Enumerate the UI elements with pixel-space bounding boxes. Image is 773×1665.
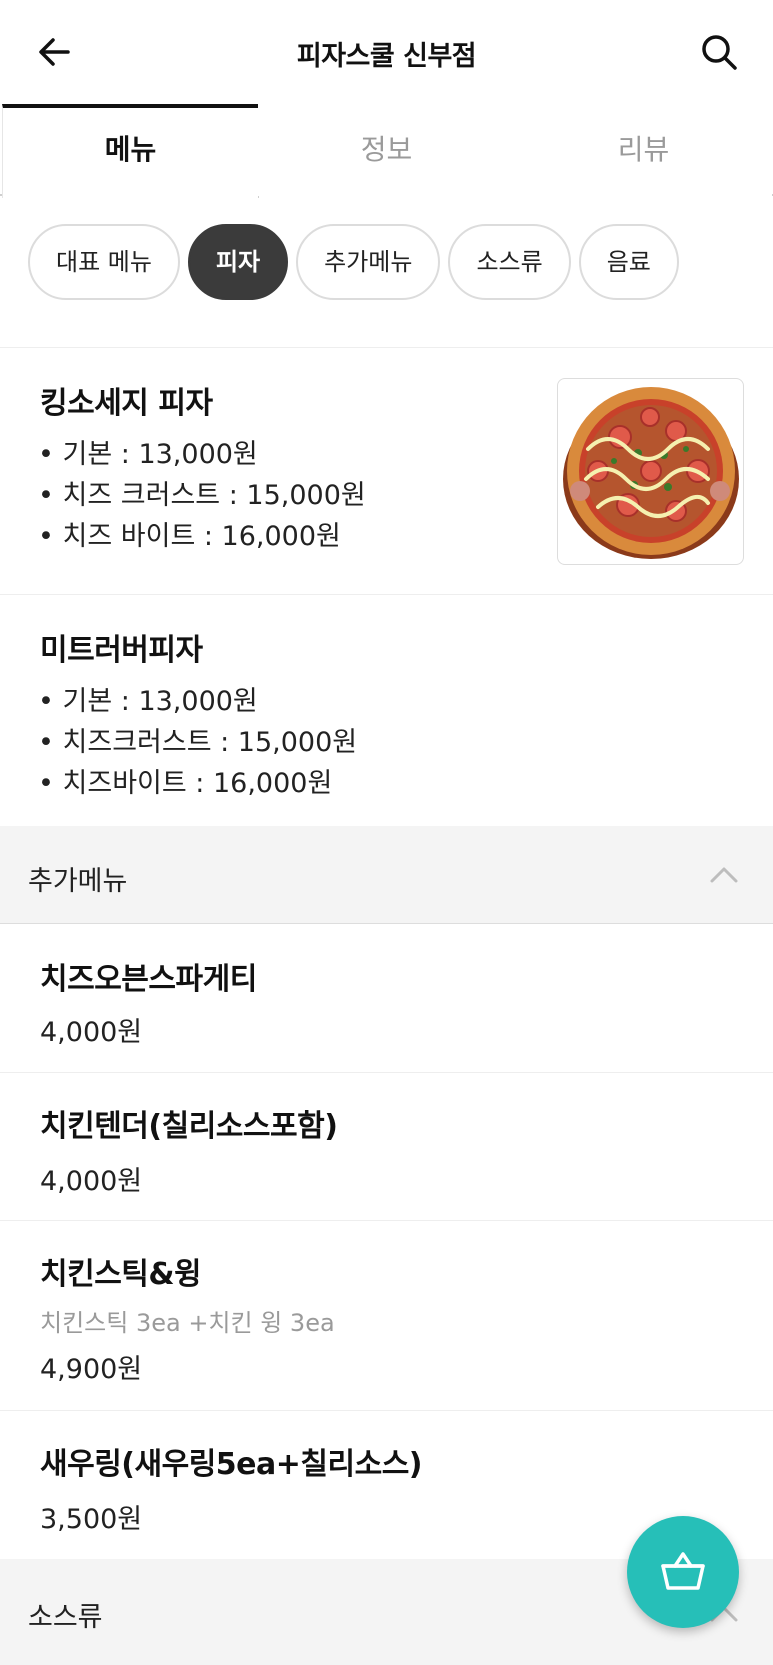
chip-pizza[interactable]: 피자 [187, 224, 289, 300]
menu-item-name: 치킨텐더(칠리소스포함) [40, 1109, 338, 1144]
section-title: 추가메뉴 [28, 866, 128, 897]
app-bar: 피자스쿨 신부점 [0, 0, 773, 106]
menu-item-price: 4,000원 [40, 1017, 143, 1048]
menu-item-option: • 치즈바이트 : 16,000원 [38, 768, 333, 799]
menu-item-option: • 치즈크러스트 : 15,000원 [38, 727, 358, 758]
tab-bar: 메뉴 정보 리뷰 [0, 104, 773, 198]
cart-button[interactable] [627, 1516, 739, 1628]
page-title: 피자스쿨 신부점 [296, 41, 477, 72]
menu-item-option: • 치즈 크러스트 : 15,000원 [38, 480, 366, 511]
menu-item-option: • 기본 : 13,000원 [38, 686, 258, 717]
section-header-extra-menu[interactable]: 추가메뉴 [0, 826, 773, 924]
pizza-image [563, 387, 739, 559]
menu-item-name: 치킨스틱&윙 [40, 1257, 202, 1292]
category-chips: 대표 메뉴 피자 추가메뉴 소스류 음료 [28, 224, 679, 300]
menu-item-option: • 기본 : 13,000원 [38, 439, 258, 470]
menu-item-price: 3,500원 [40, 1504, 143, 1535]
search-icon [702, 35, 737, 70]
chip-featured-menu[interactable]: 대표 메뉴 [28, 224, 180, 300]
menu-item-name: 킹소세지 피자 [40, 386, 213, 421]
tab-menu[interactable]: 메뉴 [2, 104, 259, 198]
menu-item-name: 새우링(새우링5ea+칠리소스) [40, 1447, 423, 1482]
chip-drinks[interactable]: 음료 [578, 224, 679, 300]
section-title: 소스류 [28, 1602, 103, 1633]
menu-item-price: 4,000원 [40, 1166, 143, 1197]
menu-item-price: 4,900원 [40, 1354, 143, 1385]
menu-item-description: 치킨스틱 3ea +치킨 윙 3ea [40, 1309, 335, 1337]
tab-reviews[interactable]: 리뷰 [515, 104, 772, 196]
menu-item-name: 치즈오븐스파게티 [40, 962, 257, 997]
tab-info[interactable]: 정보 [258, 104, 515, 196]
chip-sauces[interactable]: 소스류 [448, 224, 571, 300]
pizza-thumbnail[interactable] [557, 378, 744, 565]
menu-item-name: 미트러버피자 [40, 633, 203, 668]
menu-item-cheese-oven-spaghetti[interactable]: 치즈오븐스파게티 4,000원 [0, 924, 773, 1072]
basket-icon [661, 1552, 705, 1590]
menu-item-meat-lover-pizza[interactable]: 미트러버피자 • 기본 : 13,000원 • 치즈크러스트 : 15,000원… [0, 595, 773, 825]
chip-extra-menu[interactable]: 추가메뉴 [296, 224, 441, 300]
menu-item-chicken-tender[interactable]: 치킨텐더(칠리소스포함) 4,000원 [0, 1073, 773, 1221]
menu-item-chicken-stick-wing[interactable]: 치킨스틱&윙 치킨스틱 3ea +치킨 윙 3ea 4,900원 [0, 1221, 773, 1411]
search-button[interactable] [699, 32, 739, 72]
chevron-up-icon [710, 867, 738, 883]
menu-item-option: • 치즈 바이트 : 16,000원 [38, 521, 341, 552]
